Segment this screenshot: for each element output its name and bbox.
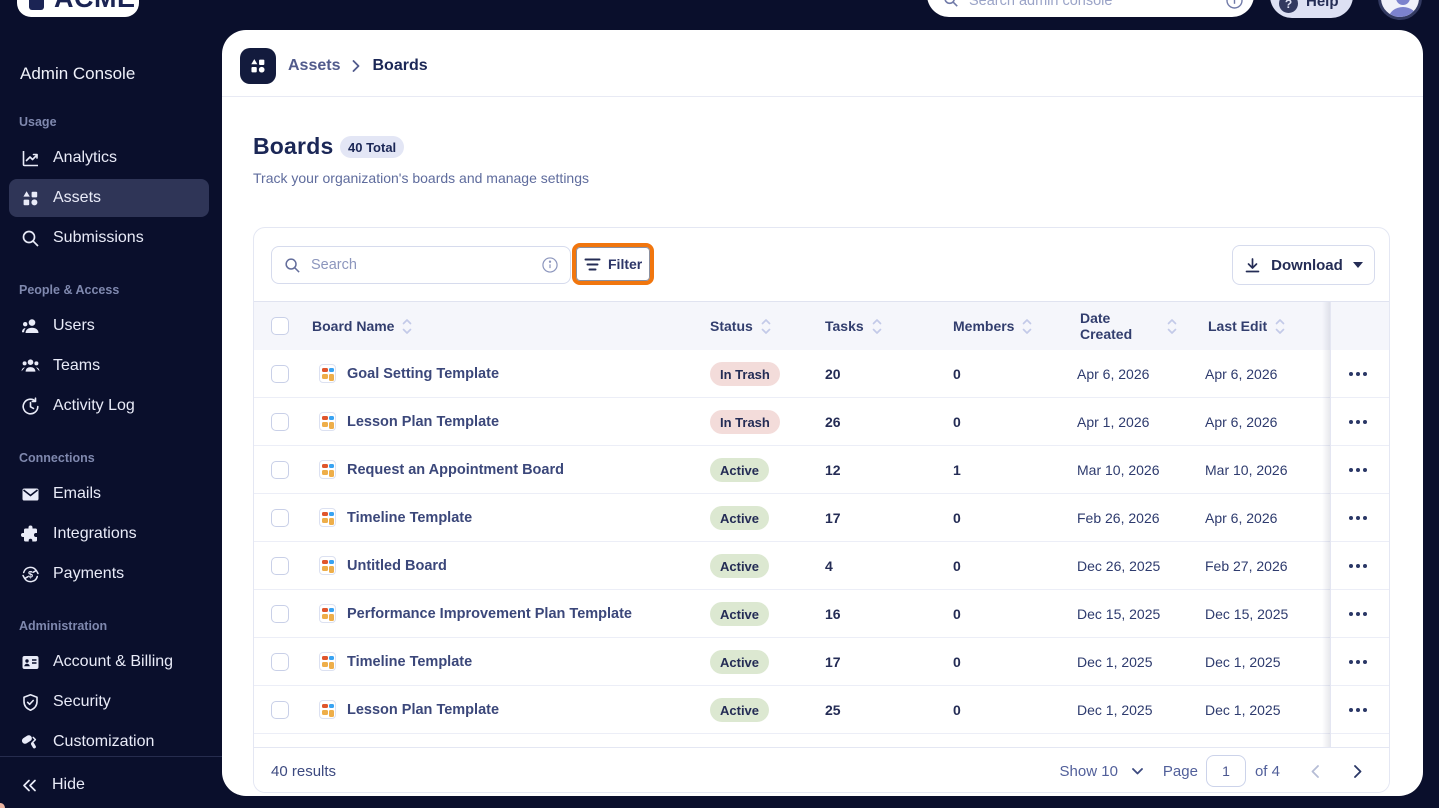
svg-text:$: $ bbox=[28, 569, 33, 579]
